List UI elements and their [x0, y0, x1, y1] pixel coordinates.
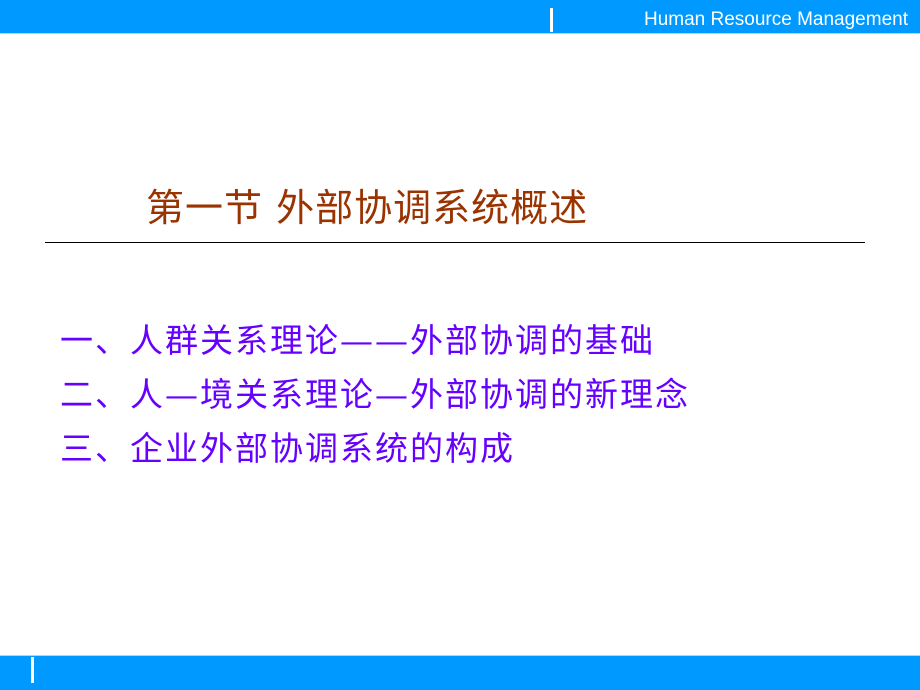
header-bar: Human Resource Management	[0, 0, 920, 33]
footer-bar	[0, 656, 920, 690]
slide-title: 第一节 外部协调系统概述	[146, 186, 589, 230]
title-divider	[45, 242, 865, 243]
header-underline	[0, 33, 920, 34]
header-divider	[550, 8, 553, 32]
footer-divider	[31, 657, 34, 683]
outline-item: 三、企业外部协调系统的构成	[60, 429, 515, 468]
header-brand: Human Resource Management	[643, 9, 908, 30]
outline-list: 一、人群关系理论——外部协调的基础 二、人—境关系理论—外部协调的新理念 三、企…	[60, 314, 690, 476]
outline-item: 二、人—境关系理论—外部协调的新理念	[60, 375, 690, 414]
outline-item: 一、人群关系理论——外部协调的基础	[60, 321, 655, 360]
